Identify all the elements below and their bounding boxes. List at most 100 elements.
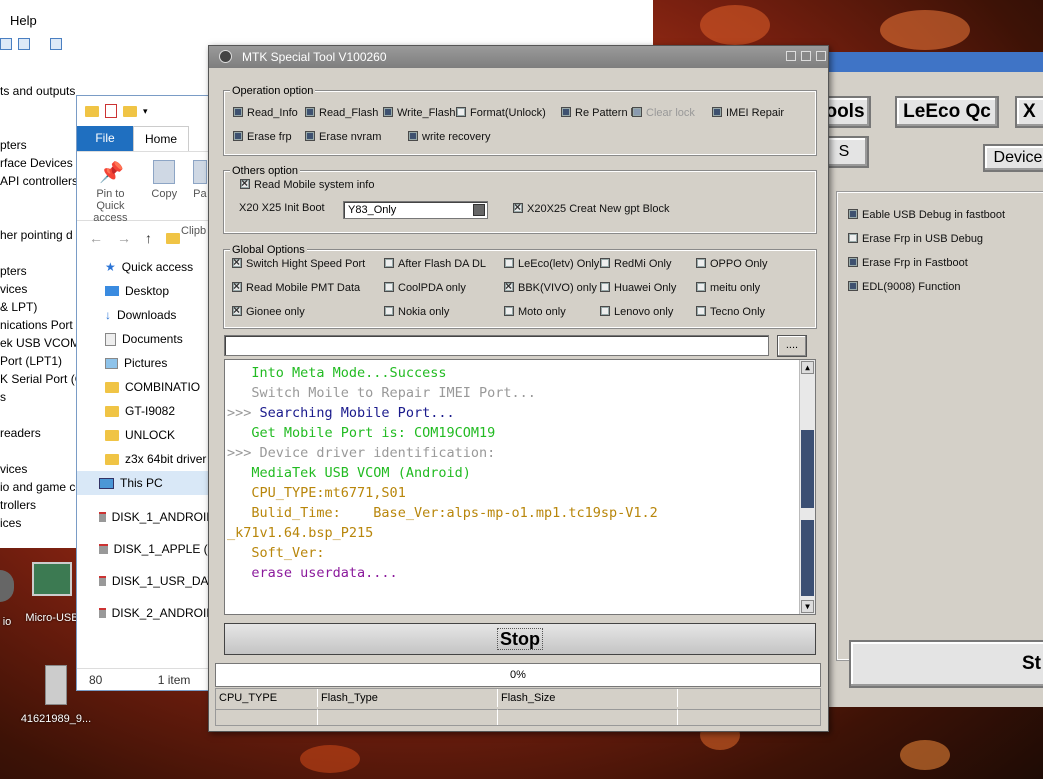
nav-drive[interactable]: DISK_1_ANDROID (77, 501, 215, 533)
browse-button[interactable]: .... (777, 335, 807, 357)
tree-item[interactable] (0, 190, 87, 208)
option-clear-lock[interactable]: Clear lock (632, 107, 695, 119)
option-creat-new-gpt-block[interactable]: X20X25 Creat New gpt Block (513, 200, 669, 215)
option-read-mobile-system-info[interactable]: Read Mobile system info (240, 176, 374, 191)
pin-to-quick-access-button[interactable]: 📌 Pin to Quick access (83, 160, 138, 224)
tree-item[interactable]: pters (0, 136, 87, 154)
menu-help[interactable]: Help (10, 13, 37, 28)
x-button[interactable]: X (1015, 96, 1043, 128)
address-folder-icon[interactable] (166, 232, 180, 244)
tree-item[interactable]: pters (0, 262, 87, 280)
tree-item[interactable]: io and game co (0, 478, 87, 496)
back-arrow-icon[interactable]: ← (89, 230, 103, 246)
desktop-icon-io[interactable]: io (0, 570, 14, 628)
tree-item[interactable] (0, 118, 87, 136)
option-tecno-only[interactable]: Tecno Only (696, 306, 765, 318)
option-gionee-only[interactable]: Gionee only (232, 303, 305, 318)
forward-arrow-icon[interactable]: → (117, 230, 131, 246)
tree-item[interactable]: & LPT) (0, 298, 87, 316)
dropdown-icon[interactable] (473, 204, 485, 216)
tree-item[interactable] (0, 406, 87, 424)
folder-icon[interactable] (85, 105, 99, 117)
option-read-info[interactable]: Read_Info (233, 107, 298, 119)
nav-this-pc[interactable]: This PC (77, 471, 215, 495)
tree-item[interactable] (0, 100, 87, 118)
scroll-down-icon[interactable]: ▼ (801, 600, 814, 613)
init-boot-select[interactable]: Y83_Only (343, 201, 488, 219)
device-button[interactable]: Device (983, 144, 1043, 172)
tree-item[interactable] (0, 208, 87, 226)
option-meitu-only[interactable]: meitu only (696, 282, 760, 294)
nav-drive[interactable]: DISK_1_USR_DAT (77, 565, 215, 597)
nav-pictures[interactable]: Pictures (77, 351, 215, 375)
option-leeco-only[interactable]: LeEco(letv) Only (504, 258, 599, 270)
option-write-recovery[interactable]: write recovery (408, 131, 490, 143)
option-edl-function[interactable]: EDL(9008) Function (848, 281, 960, 293)
option-after-flash-da-dl[interactable]: After Flash DA DL (384, 258, 486, 270)
tree-item[interactable]: vices (0, 460, 87, 478)
maximize-icon[interactable] (801, 51, 811, 61)
tree-item[interactable] (0, 244, 87, 262)
start-button[interactable]: St (849, 640, 1043, 688)
option-read-mobile-pmt-data[interactable]: Read Mobile PMT Data (232, 279, 360, 294)
scroll-up-icon[interactable]: ▲ (801, 361, 814, 374)
option-format-unlock[interactable]: Format(Unlock) (456, 107, 546, 119)
tree-item[interactable]: s (0, 388, 87, 406)
desktop-icon-micro-usb[interactable]: Micro-USB (22, 562, 82, 624)
log-output[interactable]: Into Meta Mode...Success Switch Moile to… (224, 359, 816, 615)
scrollbar-thumb[interactable] (801, 430, 814, 508)
up-arrow-icon[interactable]: ↑ (145, 230, 152, 246)
option-write-flash[interactable]: Write_Flash (383, 107, 455, 119)
nav-folder[interactable]: z3x 64bit driver (77, 447, 215, 471)
tab-file[interactable]: File (77, 126, 133, 151)
option-imei-repair[interactable]: IMEI Repair (712, 107, 784, 119)
tree-item[interactable]: nications Port (0, 316, 87, 334)
option-read-flash[interactable]: Read_Flash (305, 107, 378, 119)
close-icon[interactable] (816, 51, 826, 61)
new-folder-icon[interactable] (123, 105, 137, 117)
nav-documents[interactable]: Documents (77, 327, 215, 351)
tree-item[interactable]: her pointing d (0, 226, 87, 244)
option-bbk-vivo-only[interactable]: BBK(VIVO) only (504, 279, 597, 294)
option-re-pattern[interactable]: Re Pattern l (561, 107, 633, 119)
option-eable-usb-debug[interactable]: Eable USB Debug in fastboot (848, 209, 1005, 221)
option-oppo-only[interactable]: OPPO Only (696, 258, 767, 270)
option-huawei-only[interactable]: Huawei Only (600, 282, 676, 294)
tree-item[interactable]: ek USB VCOM ( (0, 334, 87, 352)
option-nokia-only[interactable]: Nokia only (384, 306, 449, 318)
copy-button[interactable]: Copy (148, 160, 181, 212)
tab-home[interactable]: Home (133, 126, 189, 151)
minimize-icon[interactable] (786, 51, 796, 61)
log-scrollbar[interactable]: ▲ ▼ (799, 360, 815, 614)
tree-item[interactable]: K Serial Port (C( (0, 370, 87, 388)
leeco-qc-button[interactable]: LeEco Qc (895, 96, 999, 128)
option-erase-frp[interactable]: Erase frp (233, 131, 292, 143)
tree-item[interactable]: ices (0, 514, 87, 532)
file-path-input[interactable] (224, 335, 769, 356)
tree-item[interactable]: trollers (0, 496, 87, 514)
option-redmi-only[interactable]: RedMi Only (600, 258, 671, 270)
option-erase-frp-fastboot[interactable]: Erase Frp in Fastboot (848, 257, 968, 269)
option-erase-frp-usb-debug[interactable]: Erase Frp in USB Debug (848, 233, 983, 245)
tree-item[interactable]: ts and outputs (0, 82, 87, 100)
customize-dropdown-icon[interactable]: ▾ (143, 106, 148, 117)
properties-icon[interactable] (18, 38, 30, 50)
tree-item[interactable]: readers (0, 424, 87, 442)
tree-item[interactable]: Port (LPT1) (0, 352, 87, 370)
properties-check-icon[interactable] (105, 104, 117, 118)
nav-downloads[interactable]: ↓ Downloads (77, 303, 215, 327)
tree-item[interactable]: rface Devices (0, 154, 87, 172)
option-moto-only[interactable]: Moto only (504, 306, 566, 318)
nav-folder[interactable]: GT-I9082 (77, 399, 215, 423)
tree-item[interactable]: vices (0, 280, 87, 298)
nav-drive[interactable]: DISK_2_ANDROID (77, 597, 215, 629)
nav-drive[interactable]: DISK_1_APPLE (F (77, 533, 215, 565)
nav-quick-access[interactable]: ★ Quick access (77, 255, 215, 279)
option-coolpda-only[interactable]: CoolPDA only (384, 282, 466, 294)
nav-desktop[interactable]: Desktop (77, 279, 215, 303)
monitor-icon[interactable] (50, 38, 62, 50)
tree-item[interactable]: API controllers (0, 172, 87, 190)
option-lenovo-only[interactable]: Lenovo only (600, 306, 673, 318)
option-switch-high-speed-port[interactable]: Switch Hight Speed Port (232, 255, 365, 270)
help-icon[interactable] (0, 38, 12, 50)
